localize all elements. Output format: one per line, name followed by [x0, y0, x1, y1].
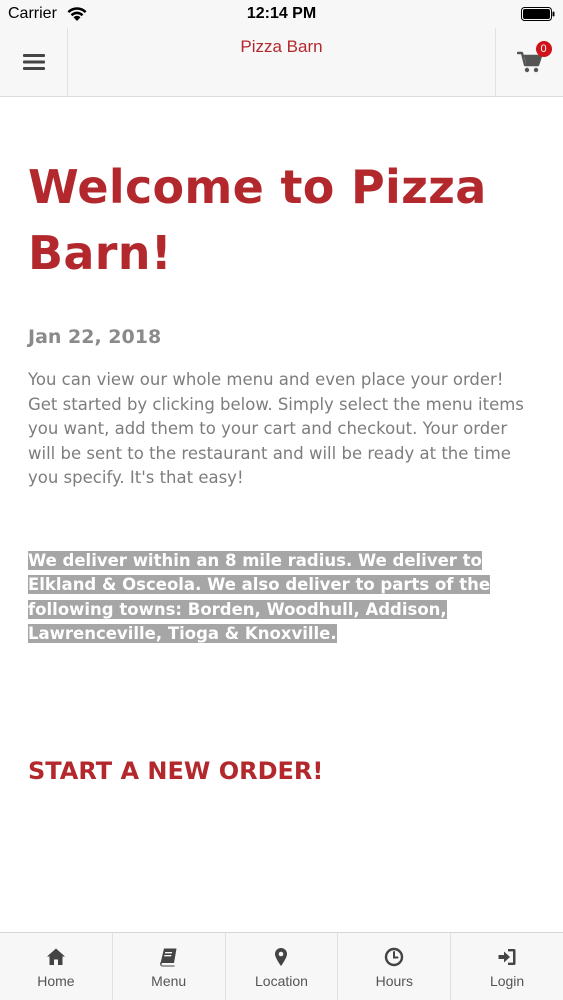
post-date: Jan 22, 2018	[28, 326, 162, 348]
tab-login-label: Login	[489, 973, 525, 989]
delivery-info: We deliver within an 8 mile radius. We d…	[28, 549, 535, 647]
cart-button[interactable]: 0	[495, 28, 563, 96]
home-icon	[46, 948, 65, 965]
tab-hours-label: Hours	[375, 973, 413, 989]
main-content: Welcome to Pizza Barn! Jan 22, 2018 You …	[28, 96, 535, 785]
tab-menu-label: Menu	[151, 973, 187, 989]
map-pin-icon	[275, 948, 288, 966]
tab-menu[interactable]: Menu	[113, 933, 226, 1000]
intro-text: You can view our whole menu and even pla…	[28, 370, 524, 487]
page-title: Welcome to Pizza Barn!	[28, 160, 487, 280]
tab-bar: Home Menu Location Hours Login	[0, 932, 563, 1000]
tab-location[interactable]: Location	[226, 933, 339, 1000]
tab-home-label: Home	[37, 973, 75, 989]
nav-bar: Pizza Barn 0	[0, 28, 563, 97]
nav-title: Pizza Barn	[240, 37, 323, 56]
delivery-info-text: We deliver within an 8 mile radius. We d…	[28, 550, 491, 643]
book-icon	[159, 948, 177, 967]
cart-count-badge: 0	[535, 41, 552, 57]
status-time: 12:14 PM	[246, 5, 317, 22]
start-new-order-link[interactable]: START A NEW ORDER!	[28, 757, 323, 785]
battery-icon	[521, 7, 555, 21]
status-bar: Carrier 12:14 PM	[0, 0, 563, 28]
tab-hours[interactable]: Hours	[338, 933, 452, 1000]
hamburger-menu-icon	[22, 54, 45, 70]
clock-icon	[385, 947, 404, 967]
tab-home[interactable]: Home	[0, 933, 113, 1000]
tab-location-label: Location	[255, 973, 308, 989]
login-icon	[498, 949, 516, 965]
hamburger-menu-button[interactable]	[0, 28, 68, 96]
tab-login[interactable]: Login	[451, 933, 563, 1000]
